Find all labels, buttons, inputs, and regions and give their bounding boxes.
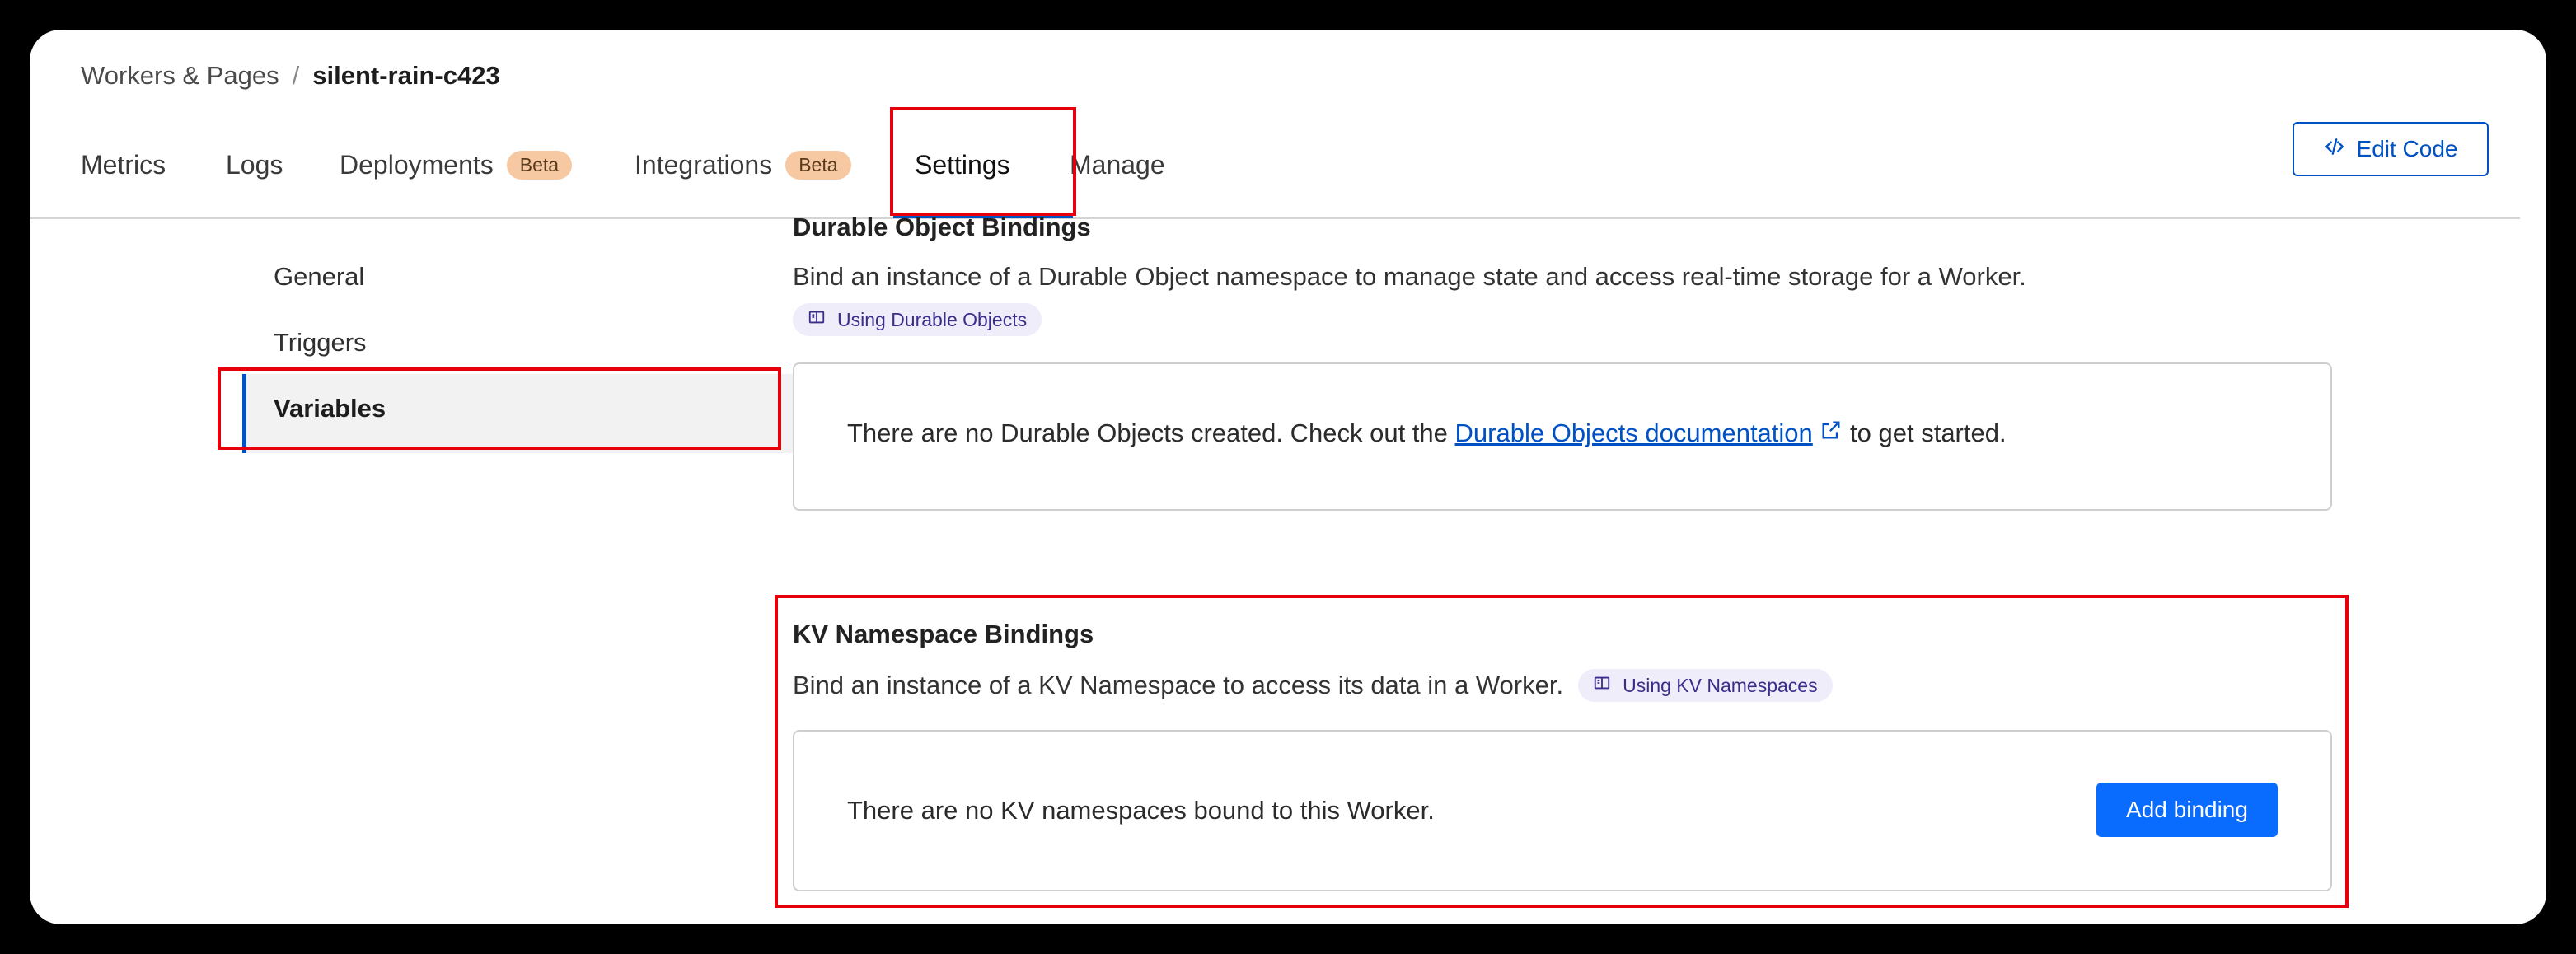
tab-settings[interactable]: Settings bbox=[915, 150, 1010, 180]
tab-label: Logs bbox=[226, 150, 283, 180]
kv-empty-card: There are no KV namespaces bound to this… bbox=[793, 730, 2332, 891]
durable-section-title: Durable Object Bindings bbox=[793, 213, 1091, 241]
breadcrumb: Workers & Pages / silent-rain-c423 bbox=[81, 61, 500, 91]
tab-deployments[interactable]: Deployments Beta bbox=[340, 150, 573, 180]
beta-badge: Beta bbox=[785, 151, 851, 180]
sidebar-item-triggers[interactable]: Triggers bbox=[274, 328, 367, 358]
add-binding-button[interactable]: Add binding bbox=[2096, 783, 2278, 837]
kv-description-row: Bind an instance of a KV Namespace to ac… bbox=[793, 669, 1833, 702]
sidebar-active-indicator bbox=[242, 374, 246, 453]
durable-empty-message: There are no Durable Objects created. Ch… bbox=[847, 419, 2007, 448]
sidebar-item-general[interactable]: General bbox=[274, 262, 364, 292]
using-durable-objects-link[interactable]: Using Durable Objects bbox=[793, 303, 1042, 336]
tab-metrics[interactable]: Metrics bbox=[81, 150, 166, 180]
book-icon bbox=[808, 308, 826, 331]
sidebar-item-variables[interactable]: Variables bbox=[274, 394, 386, 423]
tab-bar: Metrics Logs Deployments Beta Integratio… bbox=[30, 109, 2520, 219]
tab-manage[interactable]: Manage bbox=[1070, 150, 1165, 180]
tab-logs[interactable]: Logs bbox=[226, 150, 283, 180]
external-link-icon[interactable] bbox=[1820, 419, 1850, 447]
using-kv-namespaces-link[interactable]: Using KV Namespaces bbox=[1578, 669, 1833, 702]
code-icon bbox=[2324, 136, 2345, 163]
kv-empty-message: There are no KV namespaces bound to this… bbox=[847, 796, 1435, 825]
durable-empty-prefix: There are no Durable Objects created. Ch… bbox=[847, 419, 1448, 447]
durable-section-description: Bind an instance of a Durable Object nam… bbox=[793, 262, 2026, 291]
durable-empty-card: There are no Durable Objects created. Ch… bbox=[793, 362, 2332, 511]
breadcrumb-current: silent-rain-c423 bbox=[312, 61, 500, 90]
tab-label: Manage bbox=[1070, 150, 1165, 180]
beta-badge: Beta bbox=[506, 151, 573, 180]
durable-empty-suffix: to get started. bbox=[1850, 419, 2007, 447]
durable-docs-link[interactable]: Durable Objects documentation bbox=[1455, 419, 1813, 447]
kv-section-title: KV Namespace Bindings bbox=[793, 620, 1094, 648]
book-icon bbox=[1593, 674, 1611, 697]
edit-code-label: Edit Code bbox=[2356, 136, 2458, 161]
tab-label: Deployments bbox=[340, 150, 494, 180]
breadcrumb-parent[interactable]: Workers & Pages bbox=[81, 61, 279, 91]
tab-label: Metrics bbox=[81, 150, 166, 180]
tab-integrations[interactable]: Integrations Beta bbox=[635, 150, 851, 180]
edit-code-button[interactable]: Edit Code bbox=[2293, 122, 2489, 176]
kv-section-description: Bind an instance of a KV Namespace to ac… bbox=[793, 671, 1564, 699]
tab-label: Integrations bbox=[635, 150, 773, 180]
app-window: Workers & Pages / silent-rain-c423 Metri… bbox=[30, 30, 2546, 924]
tab-label: Settings bbox=[915, 150, 1010, 180]
breadcrumb-separator: / bbox=[292, 61, 300, 90]
chip-label: Using KV Namespaces bbox=[1623, 674, 1818, 696]
chip-label: Using Durable Objects bbox=[837, 308, 1028, 330]
